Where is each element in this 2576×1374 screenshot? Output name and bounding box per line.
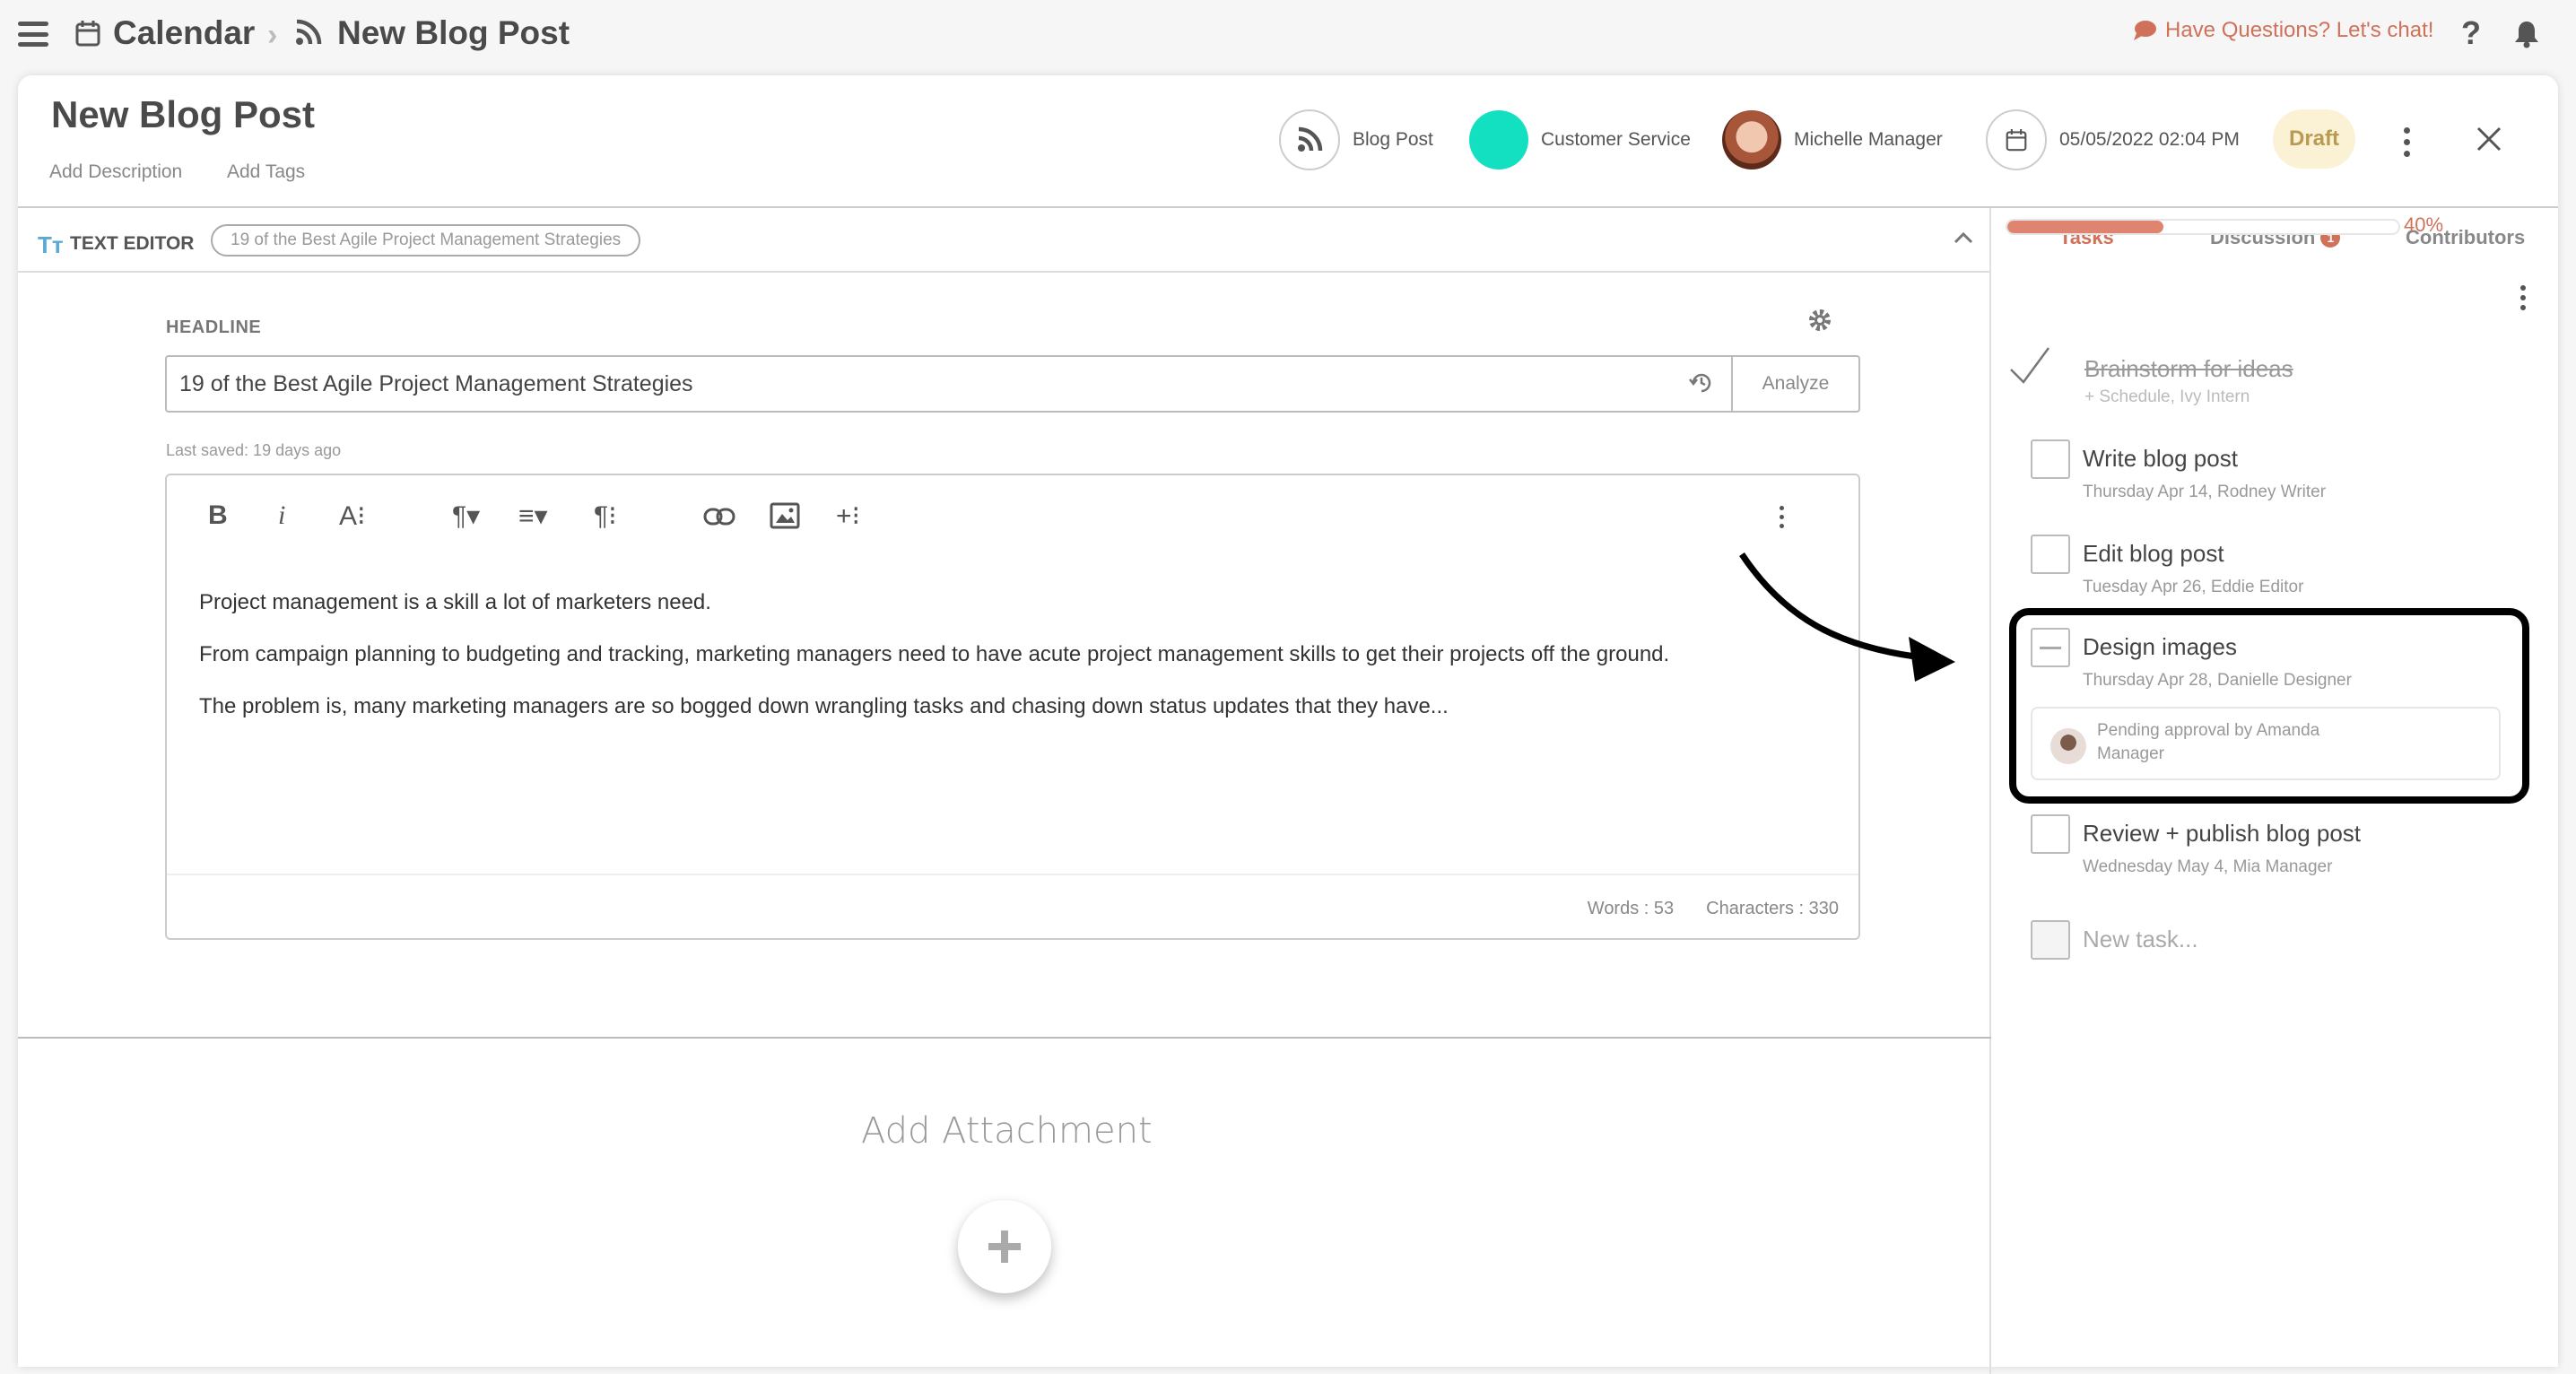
divider	[18, 1037, 1991, 1039]
calendar-icon	[75, 21, 100, 47]
bell-icon[interactable]	[2514, 20, 2539, 48]
task-title: Design images	[2083, 633, 2237, 660]
help-icon[interactable]: ?	[2461, 14, 2481, 52]
insert-more-button[interactable]: +⁝	[836, 500, 860, 532]
history-icon[interactable]	[1688, 370, 1715, 396]
rss-icon	[1279, 109, 1340, 170]
add-attachment-button[interactable]	[958, 1200, 1051, 1293]
gear-icon[interactable]	[1806, 307, 1833, 334]
chevron-up-icon[interactable]	[1954, 231, 1973, 244]
add-description-link[interactable]: Add Description	[49, 161, 182, 183]
owner-avatar	[1722, 110, 1781, 170]
task-item[interactable]: Review + publish blog post Wednesday May…	[2031, 814, 2533, 877]
text-format-icon: Tт	[38, 231, 64, 258]
task-item[interactable]: Edit blog post Tuesday Apr 26, Eddie Edi…	[2031, 535, 2533, 597]
task-title: Edit blog post	[2083, 540, 2224, 567]
analyze-button[interactable]: Analyze	[1731, 355, 1860, 413]
approver-avatar	[2050, 728, 2086, 764]
page-title[interactable]: New Blog Post	[51, 93, 315, 136]
paragraph-format-button[interactable]: ¶▾	[452, 500, 480, 532]
divider	[18, 271, 1991, 273]
task-checkbox[interactable]	[2031, 535, 2070, 574]
text-editor-label: TEXT EDITOR	[70, 233, 195, 254]
task-checkbox[interactable]	[2031, 439, 2070, 479]
task-checkbox-pending[interactable]	[2031, 628, 2070, 667]
content-type-label: Blog Post	[1353, 129, 1433, 150]
task-meta: Tuesday Apr 26, Eddie Editor	[2083, 578, 2304, 596]
task-meta: + Schedule, Ivy Intern	[2084, 387, 2250, 406]
approval-status: Pending approval by Amanda Manager	[2031, 707, 2501, 780]
text-editor-header: Tт TEXT EDITOR 19 of the Best Agile Proj…	[18, 208, 1991, 273]
paragraph: Project management is a skill a lot of m…	[199, 590, 711, 614]
link-icon[interactable]	[703, 506, 735, 527]
task-item[interactable]: Write blog post Thursday Apr 14, Rodney …	[2031, 439, 2533, 502]
headline-input[interactable]	[165, 355, 1753, 413]
task-title: Review + publish blog post	[2083, 820, 2362, 847]
add-tags-link[interactable]: Add Tags	[227, 161, 305, 183]
team-selector[interactable]: Customer Service	[1469, 108, 1691, 172]
team-color-dot	[1469, 110, 1528, 170]
top-bar: Calendar › New Blog Post Have Questions?…	[0, 0, 2576, 68]
tasks-progress-bar	[2006, 219, 2400, 235]
task-meta: Thursday Apr 14, Rodney Writer	[2083, 483, 2327, 501]
italic-button[interactable]: i	[278, 500, 285, 531]
panel-divider	[1989, 208, 1991, 1374]
editor-footer-divider	[167, 874, 1858, 875]
last-saved-text: Last saved: 19 days ago	[166, 441, 342, 459]
task-title: Brainstorm for ideas	[2084, 355, 2293, 382]
task-meta: Wednesday May 4, Mia Manager	[2083, 857, 2333, 876]
task-item[interactable]: Design images Thursday Apr 28, Danielle …	[2031, 628, 2533, 691]
breadcrumb-separator: ›	[267, 18, 278, 52]
paragraph: The problem is, many marketing managers …	[199, 694, 1449, 718]
sidebar-tabs	[1973, 133, 2540, 197]
breadcrumb-calendar[interactable]: Calendar	[113, 11, 255, 56]
content-type-selector[interactable]: Blog Post	[1279, 108, 1433, 172]
paragraph: From campaign planning to budgeting and …	[199, 642, 1670, 666]
rich-text-editor[interactable]: B i A⁝ ¶▾ ≡▾ ¶⁝ +⁝ Project management is…	[165, 474, 1860, 940]
new-task-checkbox	[2031, 920, 2070, 960]
chat-link[interactable]: Have Questions? Let's chat!	[2133, 18, 2433, 43]
new-task-row[interactable]: New task...	[2031, 920, 2533, 965]
add-attachment-title: Add Attachment	[861, 1110, 1153, 1152]
checkmark-icon[interactable]	[2007, 344, 2052, 384]
rss-icon	[296, 19, 322, 45]
bold-button[interactable]: B	[208, 500, 228, 531]
chat-label: Have Questions? Let's chat!	[2165, 18, 2434, 42]
chat-bubble-icon	[2134, 21, 2156, 40]
progress-fill	[2007, 221, 2164, 233]
team-label: Customer Service	[1541, 129, 1691, 150]
editor-more-icon[interactable]	[1780, 506, 1784, 528]
breadcrumb-current: New Blog Post	[337, 14, 570, 51]
word-count: Words : 53	[1587, 899, 1675, 918]
tasks-more-icon[interactable]	[2520, 285, 2526, 310]
paragraph-more-button[interactable]: ¶⁝	[594, 500, 617, 532]
task-checkbox[interactable]	[2031, 814, 2070, 854]
character-count: Characters : 330	[1706, 899, 1839, 918]
task-title: Write blog post	[2083, 445, 2238, 472]
image-icon[interactable]	[770, 502, 800, 529]
progress-percent: 40%	[2404, 213, 2444, 236]
headline-label: HEADLINE	[166, 317, 262, 337]
task-item[interactable]: Brainstorm for ideas + Schedule, Ivy Int…	[2009, 344, 2511, 407]
approval-text: Pending approval by Amanda Manager	[2097, 721, 2320, 763]
new-task-input[interactable]: New task...	[2083, 926, 2198, 953]
owner-label: Michelle Manager	[1794, 129, 1943, 150]
task-meta: Thursday Apr 28, Danielle Designer	[2083, 671, 2352, 690]
headline-pill: 19 of the Best Agile Project Management …	[211, 224, 641, 257]
menu-icon[interactable]	[18, 22, 48, 47]
editor-counts: Words : 53 Characters : 330	[1588, 899, 1839, 919]
align-button[interactable]: ≡▾	[518, 500, 548, 532]
font-size-button[interactable]: A⁝	[339, 500, 366, 532]
owner-selector[interactable]: Michelle Manager	[1722, 108, 1943, 172]
plus-icon	[988, 1231, 1021, 1263]
